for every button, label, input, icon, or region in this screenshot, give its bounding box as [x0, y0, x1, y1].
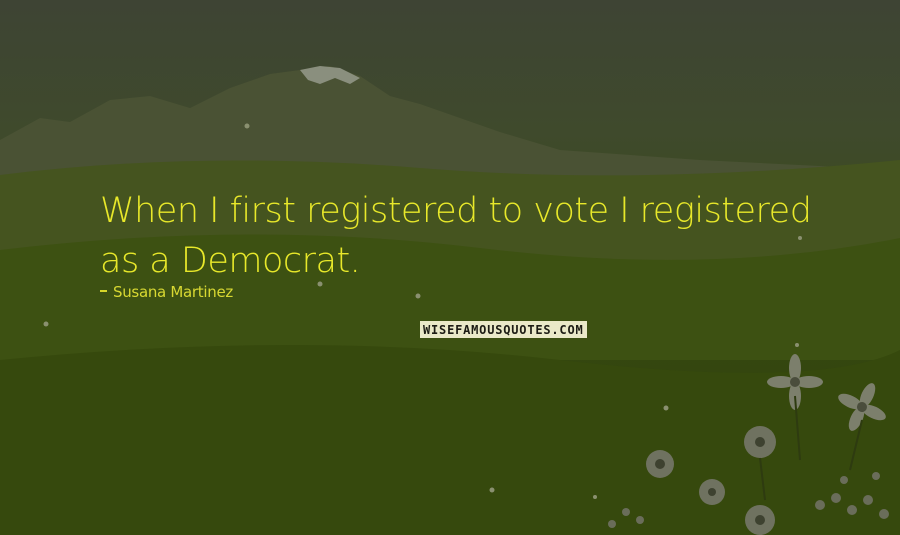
quote-card: When I first registered to vote I regist… — [0, 0, 900, 535]
quote-text: When I first registered to vote I regist… — [100, 191, 812, 281]
watermark-text: WISEFAMOUSQUOTES.COM — [423, 322, 584, 337]
author-dash — [100, 290, 107, 292]
site-watermark: WISEFAMOUSQUOTES.COM — [420, 321, 587, 338]
author-name: Susana Martinez — [113, 283, 233, 301]
